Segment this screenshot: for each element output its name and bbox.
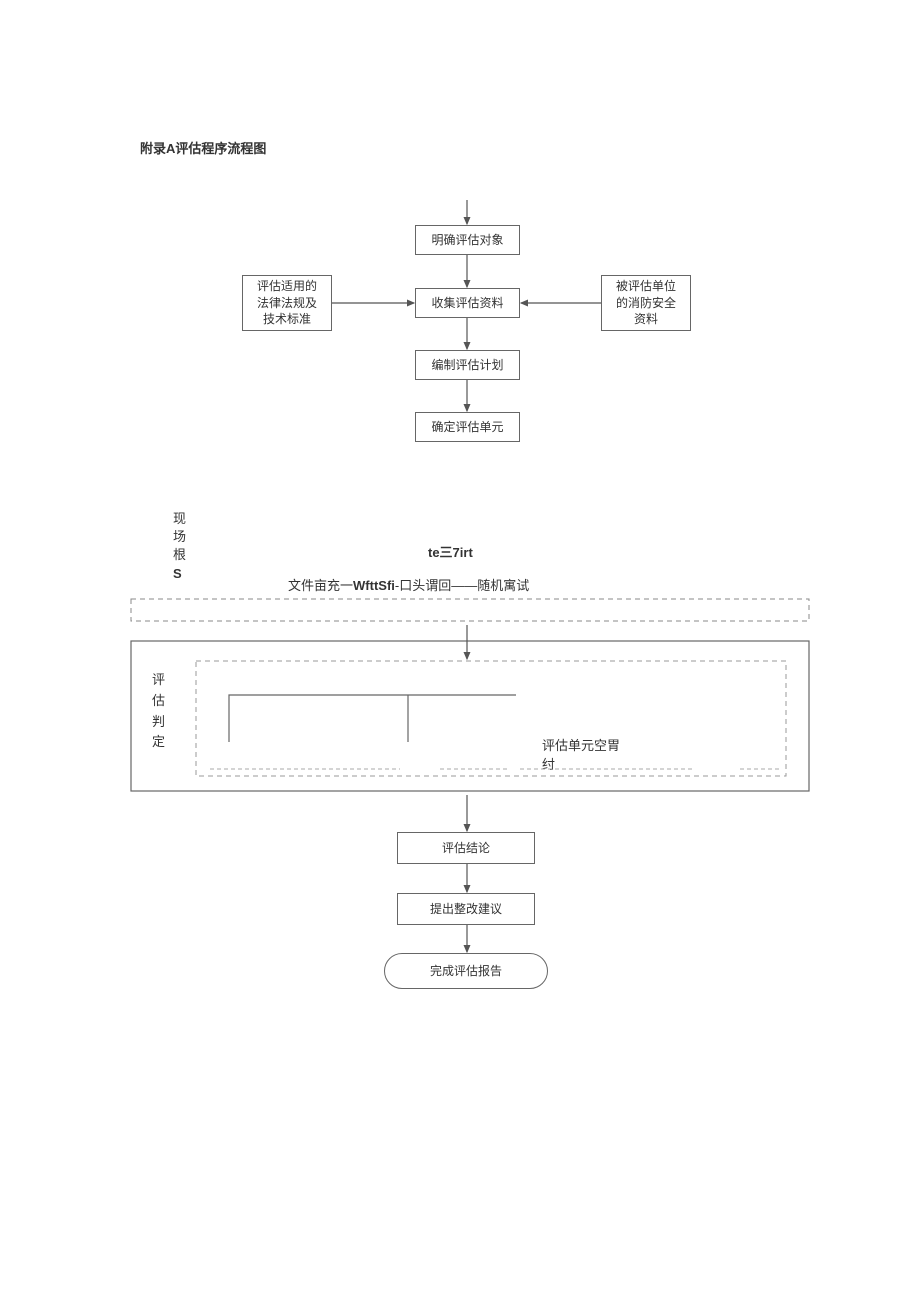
box-report: 完成评估报告 [384,953,548,989]
text-a: 文件亩充一 [288,578,353,593]
box-evaluated-unit-info: 被评估单位 的消防安全 资料 [601,275,691,331]
mid-label-1: te三7irt [428,542,473,561]
box-label: 评估结论 [442,840,490,857]
page-title: 附录A评估程序流程图 [140,138,266,157]
eval-determine-label: 评 估 判 定 [152,670,165,753]
box-laws-standards: 评估适用的 法律法规及 技术标准 [242,275,332,331]
text-b: WfttSfi [353,578,395,593]
box-clarify-object: 明确评估对象 [415,225,520,255]
box-label: 明确评估对象 [431,232,503,249]
box-label: 完成评估报告 [430,963,502,980]
char: 现 [173,510,186,528]
box-collect-data: 收集评估资料 [415,288,520,318]
box-plan: 编制评估计划 [415,350,520,380]
box-label: 编制评估计划 [431,357,503,374]
on-site-label: 现 场 根 S [173,510,186,583]
char: 定 [152,732,165,753]
box-label: 评估适用的 法律法规及 技术标准 [257,278,317,328]
char: 根 [173,546,186,564]
inner-bracket [228,694,518,744]
mid-label-2: 文件亩充一WfttSfi-口头谓回——随机寓试 [288,575,529,594]
text-c: -口头谓回——随机寓试 [395,578,529,593]
char: 判 [152,712,165,733]
box-conclusion: 评估结论 [397,832,535,864]
text: te三7irt [428,545,473,560]
char: S [173,565,186,583]
char: 估 [152,691,165,712]
box-label: 提出整改建议 [430,901,502,918]
box-suggestions: 提出整改建议 [397,893,535,925]
box-confirm-unit: 确定评估单元 [415,412,520,442]
box-label: 确定评估单元 [431,419,503,436]
box-label: 收集评估资料 [431,295,503,312]
dashed-upper [130,598,810,626]
char: 评 [152,670,165,691]
char: 场 [173,528,186,546]
dashed-segments [210,765,790,775]
box-label: 被评估单位 的消防安全 资料 [616,278,676,328]
